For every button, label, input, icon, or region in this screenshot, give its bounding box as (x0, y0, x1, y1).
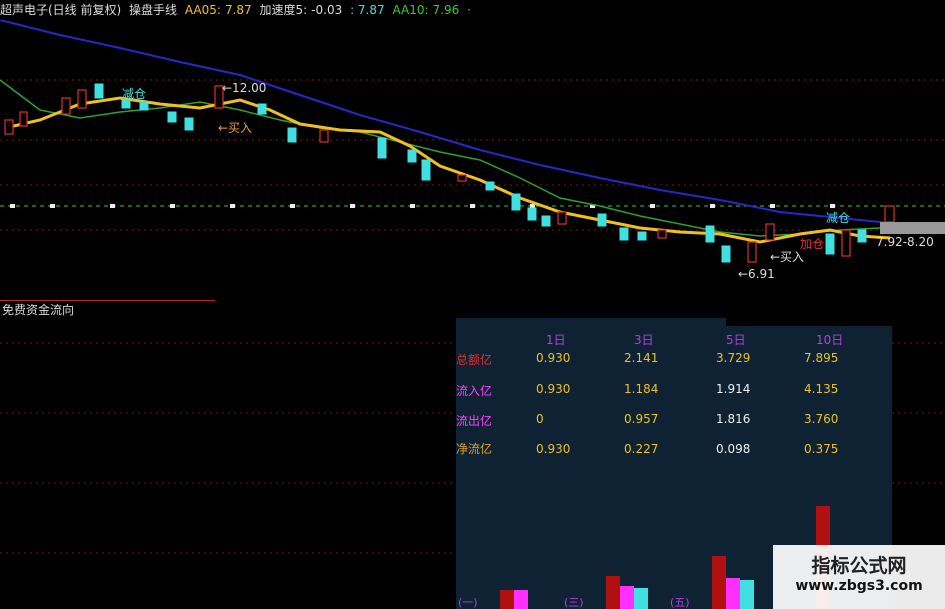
col-header-5d: 5日 (726, 333, 746, 347)
aa10-value: 7.96 (432, 3, 460, 17)
cell-total-10d: 7.895 (804, 351, 839, 365)
reduce-signal-2: 减仓 (826, 211, 850, 225)
high-price-label: ←12.00 (222, 81, 266, 95)
col-header-1d: 1日 (546, 333, 566, 347)
bar-label-5: (五) (670, 596, 690, 609)
cell-total-5d: 3.729 (716, 351, 751, 365)
buy-signal-2: ←买入 (770, 250, 804, 264)
bar-label-3: (三) (564, 596, 584, 609)
row-label-total: 总额亿 (456, 353, 493, 367)
bar-group-3d (606, 576, 648, 609)
row-label-outflow: 流出亿 (456, 414, 493, 428)
blue-ma-line (0, 20, 901, 225)
cell-inflow-3d: 1.184 (624, 382, 659, 396)
watermark-logo: 指标公式网 www.zbgs3.com (773, 545, 945, 609)
cell-outflow-3d: 0.957 (624, 412, 659, 426)
sep-value: : 7.87 (350, 3, 385, 17)
reduce-signal-1: 减仓 (122, 87, 146, 101)
col-header-3d: 3日 (634, 333, 654, 347)
price-marker-tag (880, 222, 945, 234)
yellow-ma-line (4, 96, 891, 244)
watermark-title: 指标公式网 (811, 555, 907, 577)
watermark-url: www.zbgs3.com (795, 578, 923, 594)
bar-group-1d (500, 590, 528, 609)
add-signal: 加仓 (800, 237, 824, 251)
cell-net-5d: 0.098 (716, 442, 751, 456)
buy-signal-1: ←买入 (218, 121, 252, 135)
header-tail: · (467, 3, 471, 17)
cell-total-1d: 0.930 (536, 351, 571, 365)
cell-inflow-10d: 4.135 (804, 382, 839, 396)
cell-inflow-5d: 1.914 (716, 382, 751, 396)
price-range-tag: 7.92-8.20 (876, 235, 934, 249)
cell-outflow-10d: 3.760 (804, 412, 839, 426)
formula-name: 操盘手线 (129, 3, 178, 17)
chart-header: 超声电子(日线 前复权) 操盘手线 AA05: 7.87 加速度5: -0.03 :… (0, 0, 945, 20)
cell-net-10d: 0.375 (804, 442, 839, 456)
aa05-value: 7.87 (224, 3, 252, 17)
stock-title: 超声电子(日线 前复权) (0, 3, 122, 17)
cell-outflow-5d: 1.816 (716, 412, 751, 426)
reference-dots (10, 204, 835, 208)
low-price-label: ←6.91 (738, 267, 775, 281)
accel-value: -0.03 (311, 3, 343, 17)
bar-label-1: (一) (458, 596, 478, 609)
subchart-title: 免费资金流向 (2, 303, 75, 317)
row-label-inflow: 流入亿 (456, 384, 493, 398)
cell-total-3d: 2.141 (624, 351, 659, 365)
candlestick-chart[interactable]: ←12.00 ←6.91 减仓 ←买入 减仓 ←买入 加仓 7.92-8.20 (0, 20, 945, 300)
aa05-label: AA05: (184, 3, 221, 17)
cell-net-3d: 0.227 (624, 442, 659, 456)
panel-top-strip (456, 318, 726, 326)
cell-inflow-1d: 0.930 (536, 382, 571, 396)
col-header-10d: 10日 (816, 333, 844, 347)
green-ma-line (0, 79, 881, 237)
cell-net-1d: 0.930 (536, 442, 571, 456)
bar-group-5d (712, 556, 754, 609)
aa10-label: AA10: (392, 3, 429, 17)
accel-label: 加速度5: (259, 3, 308, 17)
row-label-net: 净流亿 (456, 442, 493, 456)
cell-outflow-1d: 0 (536, 412, 544, 426)
